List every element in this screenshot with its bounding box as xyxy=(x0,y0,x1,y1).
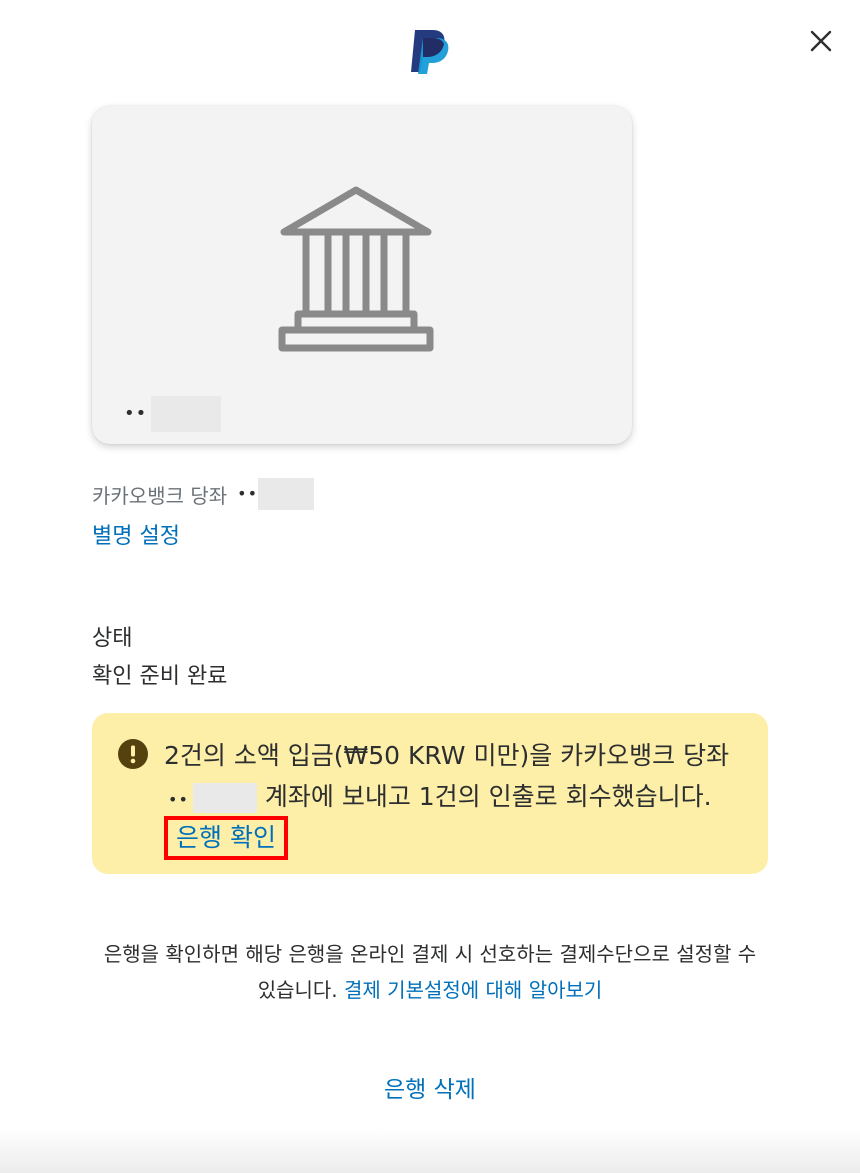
redacted-block xyxy=(151,396,222,432)
preference-info: 은행을 확인하면 해당 은행을 온라인 결제 시 선호하는 결제수단으로 설정할… xyxy=(92,936,768,1008)
account-label: 카카오뱅크 당좌 •• xyxy=(92,477,315,511)
status-label: 상태 xyxy=(92,626,133,651)
close-button[interactable] xyxy=(806,26,836,56)
verification-alert: 2건의 소액 입금(₩50 KRW 미만)을 카카오뱅크 당좌 •• 계좌에 보내… xyxy=(92,713,768,874)
masked-dots: •• xyxy=(168,790,189,809)
close-icon xyxy=(810,30,832,52)
status-value: 확인 준비 완료 xyxy=(92,664,228,689)
payment-preferences-link[interactable]: 결제 기본설정에 대해 알아보기 xyxy=(344,978,602,1002)
redacted-block xyxy=(192,783,257,813)
alert-text-part1: 2건의 소액 입금(₩50 KRW 미만)을 카카오뱅크 당좌 xyxy=(164,741,730,770)
bank-card: •• xyxy=(92,106,632,444)
exclamation-icon xyxy=(118,739,148,769)
set-nickname-link[interactable]: 별명 설정 xyxy=(92,518,180,550)
alert-text-part2: 계좌에 보내고 1건의 인출로 회수했습니다. xyxy=(264,782,712,811)
verify-bank-link[interactable]: 은행 확인 xyxy=(164,816,288,860)
bank-icon xyxy=(276,184,436,354)
redacted-block xyxy=(258,478,315,510)
card-masked-number: •• xyxy=(124,396,222,432)
account-name: 카카오뱅크 당좌 xyxy=(92,483,228,508)
bottom-fade xyxy=(0,1128,860,1173)
masked-dots: •• xyxy=(237,484,259,503)
alert-message: 2건의 소액 입금(₩50 KRW 미만)을 카카오뱅크 당좌 •• 계좌에 보내… xyxy=(164,735,744,860)
masked-dots: •• xyxy=(124,403,148,424)
paypal-logo-icon xyxy=(409,28,451,74)
delete-bank-button[interactable]: 은행 삭제 xyxy=(330,1068,530,1112)
